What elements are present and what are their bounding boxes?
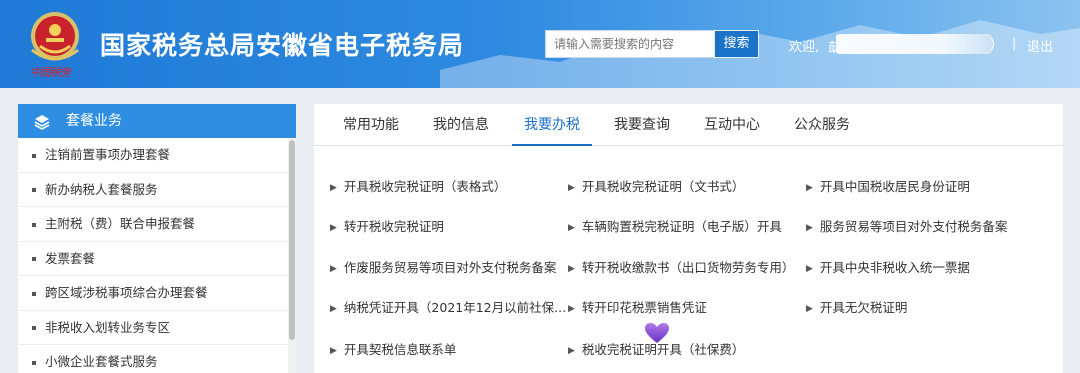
tab-bar: 常用功能 我的信息 我要办税 我要查询 互动中心 公众服务: [314, 104, 1063, 146]
tab-common-functions[interactable]: 常用功能: [336, 104, 406, 146]
tab-interaction[interactable]: 互动中心: [697, 104, 767, 146]
sidebar-header: 套餐业务: [18, 104, 296, 138]
service-link[interactable]: ▶ 开具中央非税收入统一票据: [806, 257, 970, 276]
sidebar-item[interactable]: 发票套餐: [18, 242, 288, 276]
service-link-label: 转开税收完税证明: [343, 219, 444, 234]
sidebar-item-label: 主附税（费）联合申报套餐: [45, 216, 196, 231]
service-link[interactable]: ▶ 转开税收缴款书（出口货物劳务专用）: [568, 257, 794, 276]
tab-query[interactable]: 我要查询: [607, 104, 677, 146]
sidebar-item-label: 跨区域涉税事项综合办理套餐: [45, 285, 208, 300]
search-input[interactable]: [545, 30, 715, 58]
header-separator: |: [1012, 36, 1017, 51]
service-link-label: 开具税收完税证明（文书式）: [581, 179, 745, 194]
sidebar-item[interactable]: 小微企业套餐式服务: [18, 345, 288, 373]
service-link-label: 开具契税信息联系单: [343, 342, 457, 357]
sidebar-item[interactable]: 非税收入划转业务专区: [18, 311, 288, 345]
service-link[interactable]: ▶ 纳税凭证开具（2021年12月以前社保...: [330, 297, 566, 316]
arrow-right-icon: ▶: [568, 304, 575, 314]
bullet-icon: [32, 291, 36, 296]
welcome-text: 欢迎,: [789, 40, 820, 55]
sidebar-item[interactable]: 新办纳税人套餐服务: [18, 173, 288, 207]
arrow-right-icon: ▶: [330, 183, 337, 193]
sidebar-item[interactable]: 主附税（费）联合申报套餐: [18, 207, 288, 242]
bullet-icon: [32, 360, 36, 365]
arrow-right-icon: ▶: [330, 223, 337, 233]
sidebar-item[interactable]: 注销前置事项办理套餐: [18, 138, 288, 173]
service-link-label: 服务贸易等项目对外支付税务备案: [819, 219, 1008, 234]
arrow-right-icon: ▶: [568, 223, 575, 233]
arrow-right-icon: ▶: [330, 346, 337, 356]
arrow-right-icon: ▶: [330, 304, 337, 314]
logout-link[interactable]: 退出: [1027, 36, 1053, 55]
heart-icon: [645, 323, 669, 343]
service-link-label: 车辆购置税完税证明（电子版）开具: [581, 219, 782, 234]
service-link-label: 开具中国税收居民身份证明: [819, 179, 970, 194]
bullet-icon: [32, 153, 36, 158]
bullet-icon: [32, 222, 36, 227]
site-header: 中国税务 国家税务总局安徽省电子税务局 搜索 欢迎, 莇 ) | 退出: [0, 0, 1080, 88]
tab-handle-tax[interactable]: 我要办税: [512, 104, 592, 146]
sidebar-title: 套餐业务: [66, 113, 122, 129]
service-link-label: 作废服务贸易等项目对外支付税务备案: [343, 260, 557, 275]
arrow-right-icon: ▶: [568, 183, 575, 193]
sidebar-item-label: 小微企业套餐式服务: [45, 354, 158, 369]
bullet-icon: [32, 188, 36, 192]
sidebar-item-label: 发票套餐: [45, 250, 96, 266]
main-panel: 常用功能 我的信息 我要办税 我要查询 互动中心 公众服务 ▶ 开具税收完税证明（…: [314, 104, 1063, 373]
tab-my-info[interactable]: 我的信息: [426, 104, 496, 146]
service-link-label: 纳税凭证开具（2021年12月以前社保...: [343, 300, 567, 315]
service-link-label: 开具中央非税收入统一票据: [819, 260, 970, 275]
service-link[interactable]: ▶ 开具中国税收居民身份证明: [806, 176, 970, 195]
arrow-right-icon: ▶: [806, 264, 813, 274]
emblem-caption: 中国税务: [30, 66, 71, 79]
service-link[interactable]: ▶ 转开印花税票销售凭证: [568, 297, 707, 316]
arrow-right-icon: ▶: [330, 264, 337, 274]
redaction-block: [836, 34, 992, 54]
user-suffix: ): [990, 37, 996, 52]
service-link-label: 开具无欠税证明: [819, 300, 908, 315]
bullet-icon: [32, 257, 36, 261]
sidebar-scroll-thumb[interactable]: [289, 140, 295, 340]
layers-icon: [34, 115, 50, 130]
sidebar: 套餐业务 注销前置事项办理套餐 新办纳税人套餐服务 主附税（费）联合申报套餐 发…: [18, 104, 296, 373]
tax-emblem-icon: [31, 12, 79, 61]
site-title: 国家税务总局安徽省电子税务局: [100, 31, 465, 60]
tab-public-service[interactable]: 公众服务: [787, 104, 857, 146]
arrow-right-icon: ▶: [568, 346, 575, 356]
bullet-icon: [32, 326, 36, 330]
service-link[interactable]: ▶ 转开税收完税证明: [330, 216, 444, 235]
service-link[interactable]: ▶ 开具无欠税证明: [806, 297, 907, 316]
service-link[interactable]: ▶ 服务贸易等项目对外支付税务备案: [806, 216, 1007, 235]
arrow-right-icon: ▶: [806, 223, 813, 233]
search-button[interactable]: 搜索: [714, 30, 759, 58]
service-link[interactable]: ▶ 车辆购置税完税证明（电子版）开具: [568, 216, 782, 235]
service-link-label: 开具税收完税证明（表格式）: [343, 179, 507, 194]
arrow-right-icon: ▶: [806, 304, 813, 314]
sidebar-item[interactable]: 跨区域涉税事项综合办理套餐: [18, 276, 288, 311]
arrow-right-icon: ▶: [806, 183, 813, 193]
service-link-label: 转开印花税票销售凭证: [581, 300, 707, 315]
service-link[interactable]: ▶ 开具税收完税证明（表格式）: [330, 176, 506, 195]
service-link-label: 转开税收缴款书（出口货物劳务专用）: [581, 260, 795, 275]
service-link-label: 税收完税证明开具（社保费）: [581, 342, 745, 357]
sidebar-item-label: 非税收入划转业务专区: [45, 319, 171, 335]
sidebar-item-label: 注销前置事项办理套餐: [45, 147, 171, 162]
service-link[interactable]: ▶ 作废服务贸易等项目对外支付税务备案: [330, 257, 556, 276]
service-link[interactable]: ▶ 开具税收完税证明（文书式）: [568, 176, 744, 195]
service-link[interactable]: ▶ 开具契税信息联系单: [330, 339, 456, 358]
sidebar-item-label: 新办纳税人套餐服务: [45, 181, 158, 197]
arrow-right-icon: ▶: [568, 264, 575, 274]
